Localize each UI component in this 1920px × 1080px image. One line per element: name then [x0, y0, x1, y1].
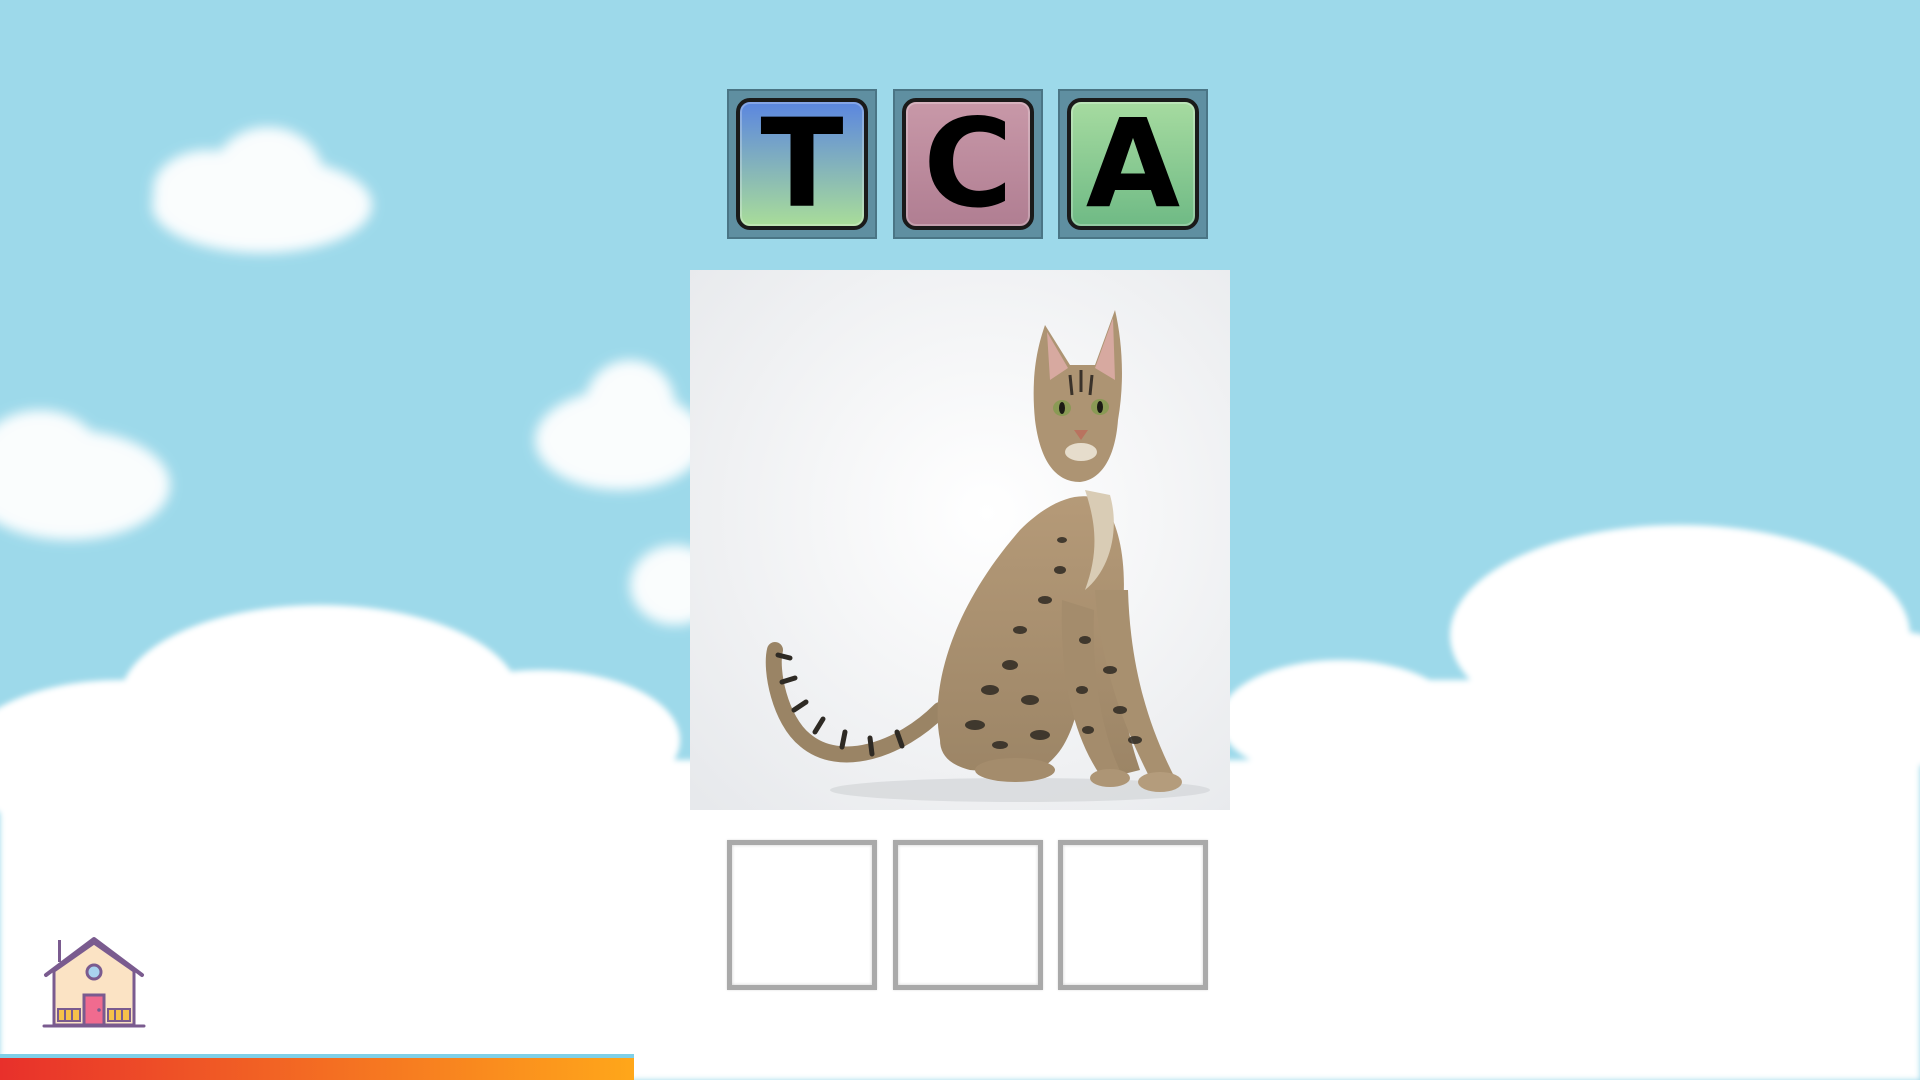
tile-face: A — [1067, 98, 1199, 230]
letter-tile-a[interactable]: A — [1058, 89, 1208, 239]
letter-tiles: T C A — [727, 89, 1209, 241]
game-screen: T C A — [0, 0, 1920, 1080]
tile-letter: C — [923, 93, 1013, 235]
answer-slot[interactable] — [1058, 840, 1208, 990]
progress-bar-fill — [0, 1054, 634, 1080]
home-icon[interactable] — [38, 935, 150, 1030]
answer-slots — [727, 840, 1209, 992]
cat-photo — [690, 270, 1230, 810]
answer-slot[interactable] — [727, 840, 877, 990]
tile-face: C — [902, 98, 1034, 230]
progress-bar — [0, 1054, 1920, 1080]
answer-slot[interactable] — [893, 840, 1043, 990]
tile-face: T — [736, 98, 868, 230]
letter-tile-c[interactable]: C — [893, 89, 1043, 239]
letter-tile-t[interactable]: T — [727, 89, 877, 239]
tile-letter: T — [760, 93, 844, 235]
tile-letter: A — [1085, 93, 1181, 235]
